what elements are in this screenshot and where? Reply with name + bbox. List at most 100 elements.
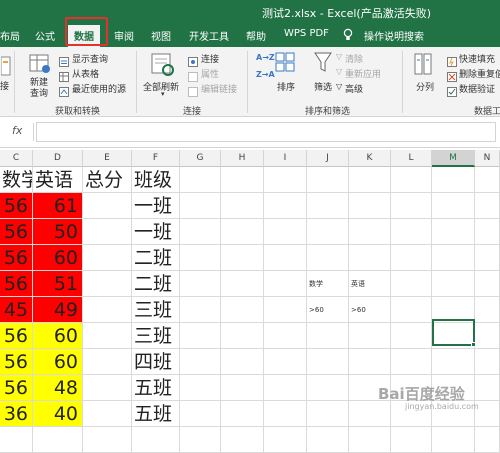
grid-cell[interactable] <box>180 271 221 297</box>
grid-cell[interactable] <box>221 193 264 219</box>
grid-cell[interactable] <box>264 349 307 375</box>
grid-cell[interactable] <box>432 167 475 193</box>
grid-cell[interactable] <box>475 167 500 193</box>
grid-cell[interactable] <box>349 167 391 193</box>
column-header-j[interactable]: J <box>307 150 349 167</box>
fx-icon[interactable]: fx <box>12 124 22 137</box>
grid-cell[interactable] <box>221 323 264 349</box>
math-score-cell[interactable]: 56 <box>0 245 33 271</box>
grid-cell[interactable] <box>307 375 349 401</box>
grid-cell[interactable] <box>264 375 307 401</box>
grid-cell[interactable] <box>221 245 264 271</box>
grid-cell[interactable] <box>475 271 500 297</box>
grid-cell[interactable] <box>391 427 432 453</box>
grid-cell[interactable] <box>180 427 221 453</box>
grid-cell[interactable] <box>264 323 307 349</box>
tab-layout[interactable]: 布局 <box>0 28 20 43</box>
grid-cell[interactable] <box>264 245 307 271</box>
grid-cell[interactable] <box>475 219 500 245</box>
grid-cell[interactable] <box>349 193 391 219</box>
grid-cell[interactable] <box>349 401 391 427</box>
tab-wps-pdf[interactable]: WPS PDF <box>284 28 329 39</box>
grid-cell[interactable] <box>349 219 391 245</box>
grid-cell[interactable] <box>475 323 500 349</box>
grid-cell[interactable] <box>33 427 83 453</box>
grid-cell[interactable] <box>264 427 307 453</box>
grid-cell[interactable] <box>391 245 432 271</box>
grid-cell[interactable] <box>349 245 391 271</box>
grid-cell[interactable] <box>307 219 349 245</box>
english-score-cell[interactable]: 48 <box>33 375 83 401</box>
grid-cell[interactable] <box>180 193 221 219</box>
grid-cell[interactable] <box>83 271 132 297</box>
grid-cell[interactable] <box>83 401 132 427</box>
grid-cell[interactable] <box>307 245 349 271</box>
edit-links-button[interactable]: 编辑链接 <box>201 82 237 95</box>
grid-cell[interactable] <box>132 427 180 453</box>
criteria-value-math[interactable]: >60 <box>307 297 349 323</box>
sort-icon[interactable] <box>275 52 295 80</box>
grid-cell[interactable] <box>264 271 307 297</box>
math-score-cell[interactable]: 56 <box>0 349 33 375</box>
grid-cell[interactable] <box>221 219 264 245</box>
column-header-i[interactable]: I <box>264 150 307 167</box>
grid-cell[interactable] <box>391 297 432 323</box>
grid-cell[interactable] <box>475 297 500 323</box>
column-header-l[interactable]: L <box>391 150 432 167</box>
header-cell-english[interactable]: 英语 <box>33 167 83 193</box>
english-score-cell[interactable]: 60 <box>33 349 83 375</box>
math-score-cell[interactable]: 56 <box>0 375 33 401</box>
grid-cell[interactable] <box>432 271 475 297</box>
tab-review[interactable]: 审阅 <box>114 28 134 43</box>
column-header-h[interactable]: H <box>221 150 264 167</box>
grid-cell[interactable] <box>307 167 349 193</box>
formula-input[interactable] <box>36 122 496 142</box>
class-cell[interactable]: 一班 <box>132 219 180 245</box>
english-score-cell[interactable]: 60 <box>33 245 83 271</box>
grid-cell[interactable] <box>221 297 264 323</box>
english-score-cell[interactable]: 50 <box>33 219 83 245</box>
grid-cell[interactable] <box>391 219 432 245</box>
from-table-button[interactable]: 从表格 <box>72 67 99 80</box>
grid-cell[interactable] <box>349 427 391 453</box>
grid-cell[interactable] <box>391 271 432 297</box>
tab-help[interactable]: 帮助 <box>246 28 266 43</box>
filter-icon[interactable] <box>314 51 332 79</box>
math-score-cell[interactable]: 56 <box>0 193 33 219</box>
grid-cell[interactable] <box>391 349 432 375</box>
grid-cell[interactable] <box>349 349 391 375</box>
grid-cell[interactable] <box>0 427 33 453</box>
grid-cell[interactable] <box>391 167 432 193</box>
grid-cell[interactable] <box>221 375 264 401</box>
grid-cell[interactable] <box>391 323 432 349</box>
flash-fill-button[interactable]: 快速填充 <box>459 52 495 65</box>
column-header-c[interactable]: C <box>0 150 33 167</box>
grid-cell[interactable] <box>307 427 349 453</box>
criteria-header-math[interactable]: 数学 <box>307 271 349 297</box>
recent-sources-button[interactable]: 最近使用的源 <box>72 82 126 95</box>
new-query-button[interactable]: 新建 查询 <box>30 78 48 100</box>
grid-cell[interactable] <box>432 193 475 219</box>
tab-formulas[interactable]: 公式 <box>35 28 55 43</box>
grid-cell[interactable] <box>475 245 500 271</box>
grid-cell[interactable] <box>180 349 221 375</box>
grid-cell[interactable] <box>221 349 264 375</box>
grid-cell[interactable] <box>307 349 349 375</box>
column-header-m[interactable]: M <box>432 150 475 167</box>
grid-cell[interactable] <box>180 297 221 323</box>
header-cell-class[interactable]: 班级 <box>132 167 180 193</box>
grid-cell[interactable] <box>391 193 432 219</box>
grid-cell[interactable] <box>264 297 307 323</box>
math-score-cell[interactable]: 45 <box>0 297 33 323</box>
grid-cell[interactable] <box>264 401 307 427</box>
text-to-columns-button[interactable]: 分列 <box>416 80 434 93</box>
grid-cell[interactable] <box>83 427 132 453</box>
english-score-cell[interactable]: 61 <box>33 193 83 219</box>
tab-developer[interactable]: 开发工具 <box>189 28 229 43</box>
tab-view[interactable]: 视图 <box>151 28 171 43</box>
grid-cell[interactable] <box>432 219 475 245</box>
tell-me-search[interactable]: 操作说明搜索 <box>364 28 424 43</box>
properties-button[interactable]: 属性 <box>201 67 219 80</box>
text-to-columns-icon[interactable] <box>414 52 432 80</box>
sort-za-button[interactable]: Z→A <box>256 70 275 79</box>
